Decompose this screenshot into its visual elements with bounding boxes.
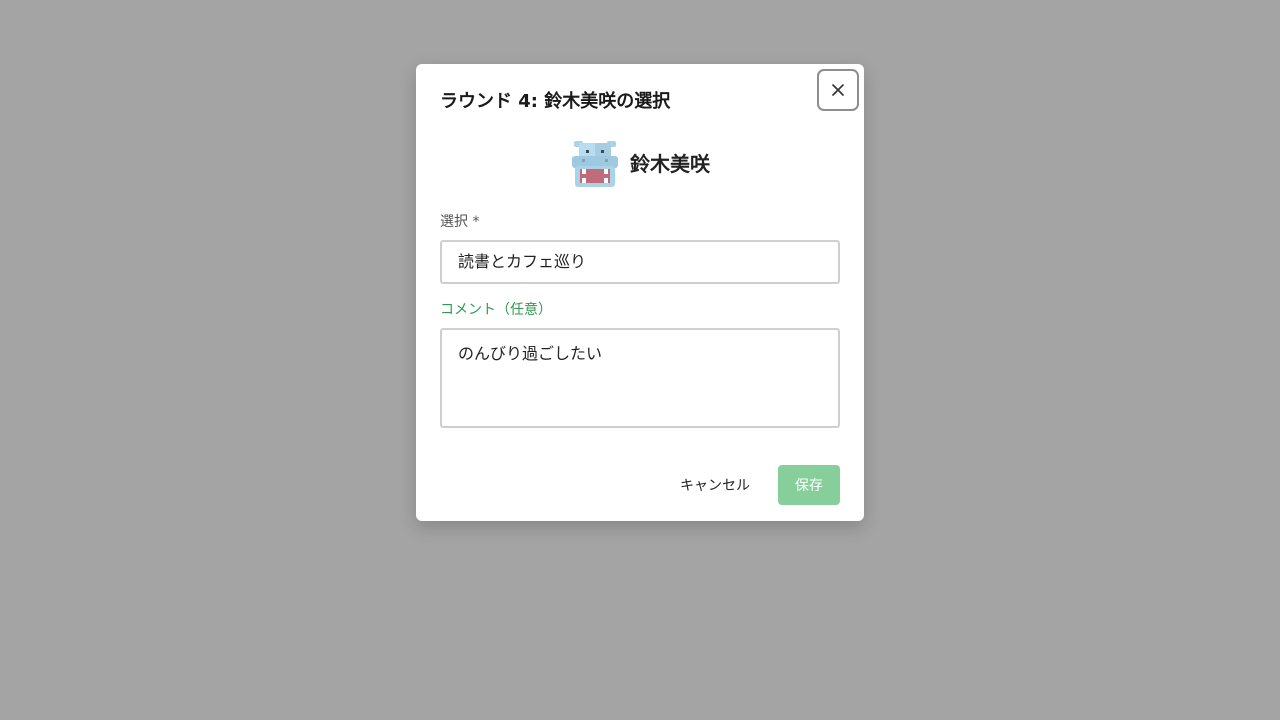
selection-input[interactable]: 読書とカフェ巡り: [440, 240, 840, 284]
close-icon: [832, 84, 844, 96]
dialog-title: ラウンド 4: 鈴木美咲の選択: [440, 91, 671, 112]
close-button[interactable]: [817, 69, 859, 111]
round-selection-dialog: ラウンド 4: 鈴木美咲の選択 鈴木美咲 選択 * 読書とカフェ巡り コメント（…: [416, 64, 864, 521]
save-button[interactable]: 保存: [778, 465, 840, 505]
person-header: 鈴木美咲: [416, 138, 864, 190]
comment-label: コメント（任意）: [440, 302, 552, 318]
selection-label: 選択 *: [440, 214, 480, 230]
cancel-button[interactable]: キャンセル: [667, 465, 763, 505]
hippo-avatar-icon: [572, 141, 618, 187]
person-name: 鈴木美咲: [630, 152, 710, 176]
comment-textarea[interactable]: のんびり過ごしたい: [440, 328, 840, 428]
